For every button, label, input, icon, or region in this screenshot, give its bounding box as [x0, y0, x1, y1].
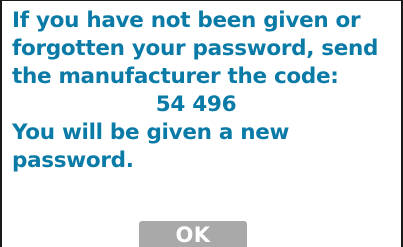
message-line-5: You will be given a new: [12, 120, 290, 145]
message-line-2: forgotten your password, send: [12, 36, 379, 61]
password-recovery-dialog: If you have not been given or forgotten …: [0, 0, 403, 247]
message-line-1: If you have not been given or: [12, 8, 361, 33]
message-line-6: password.: [12, 148, 134, 173]
recovery-code: 54 496: [155, 92, 237, 117]
message-line-3: the manufacturer the code:: [12, 64, 339, 89]
dialog-message: If you have not been given or forgotten …: [12, 7, 400, 175]
ok-button[interactable]: OK: [139, 221, 247, 247]
